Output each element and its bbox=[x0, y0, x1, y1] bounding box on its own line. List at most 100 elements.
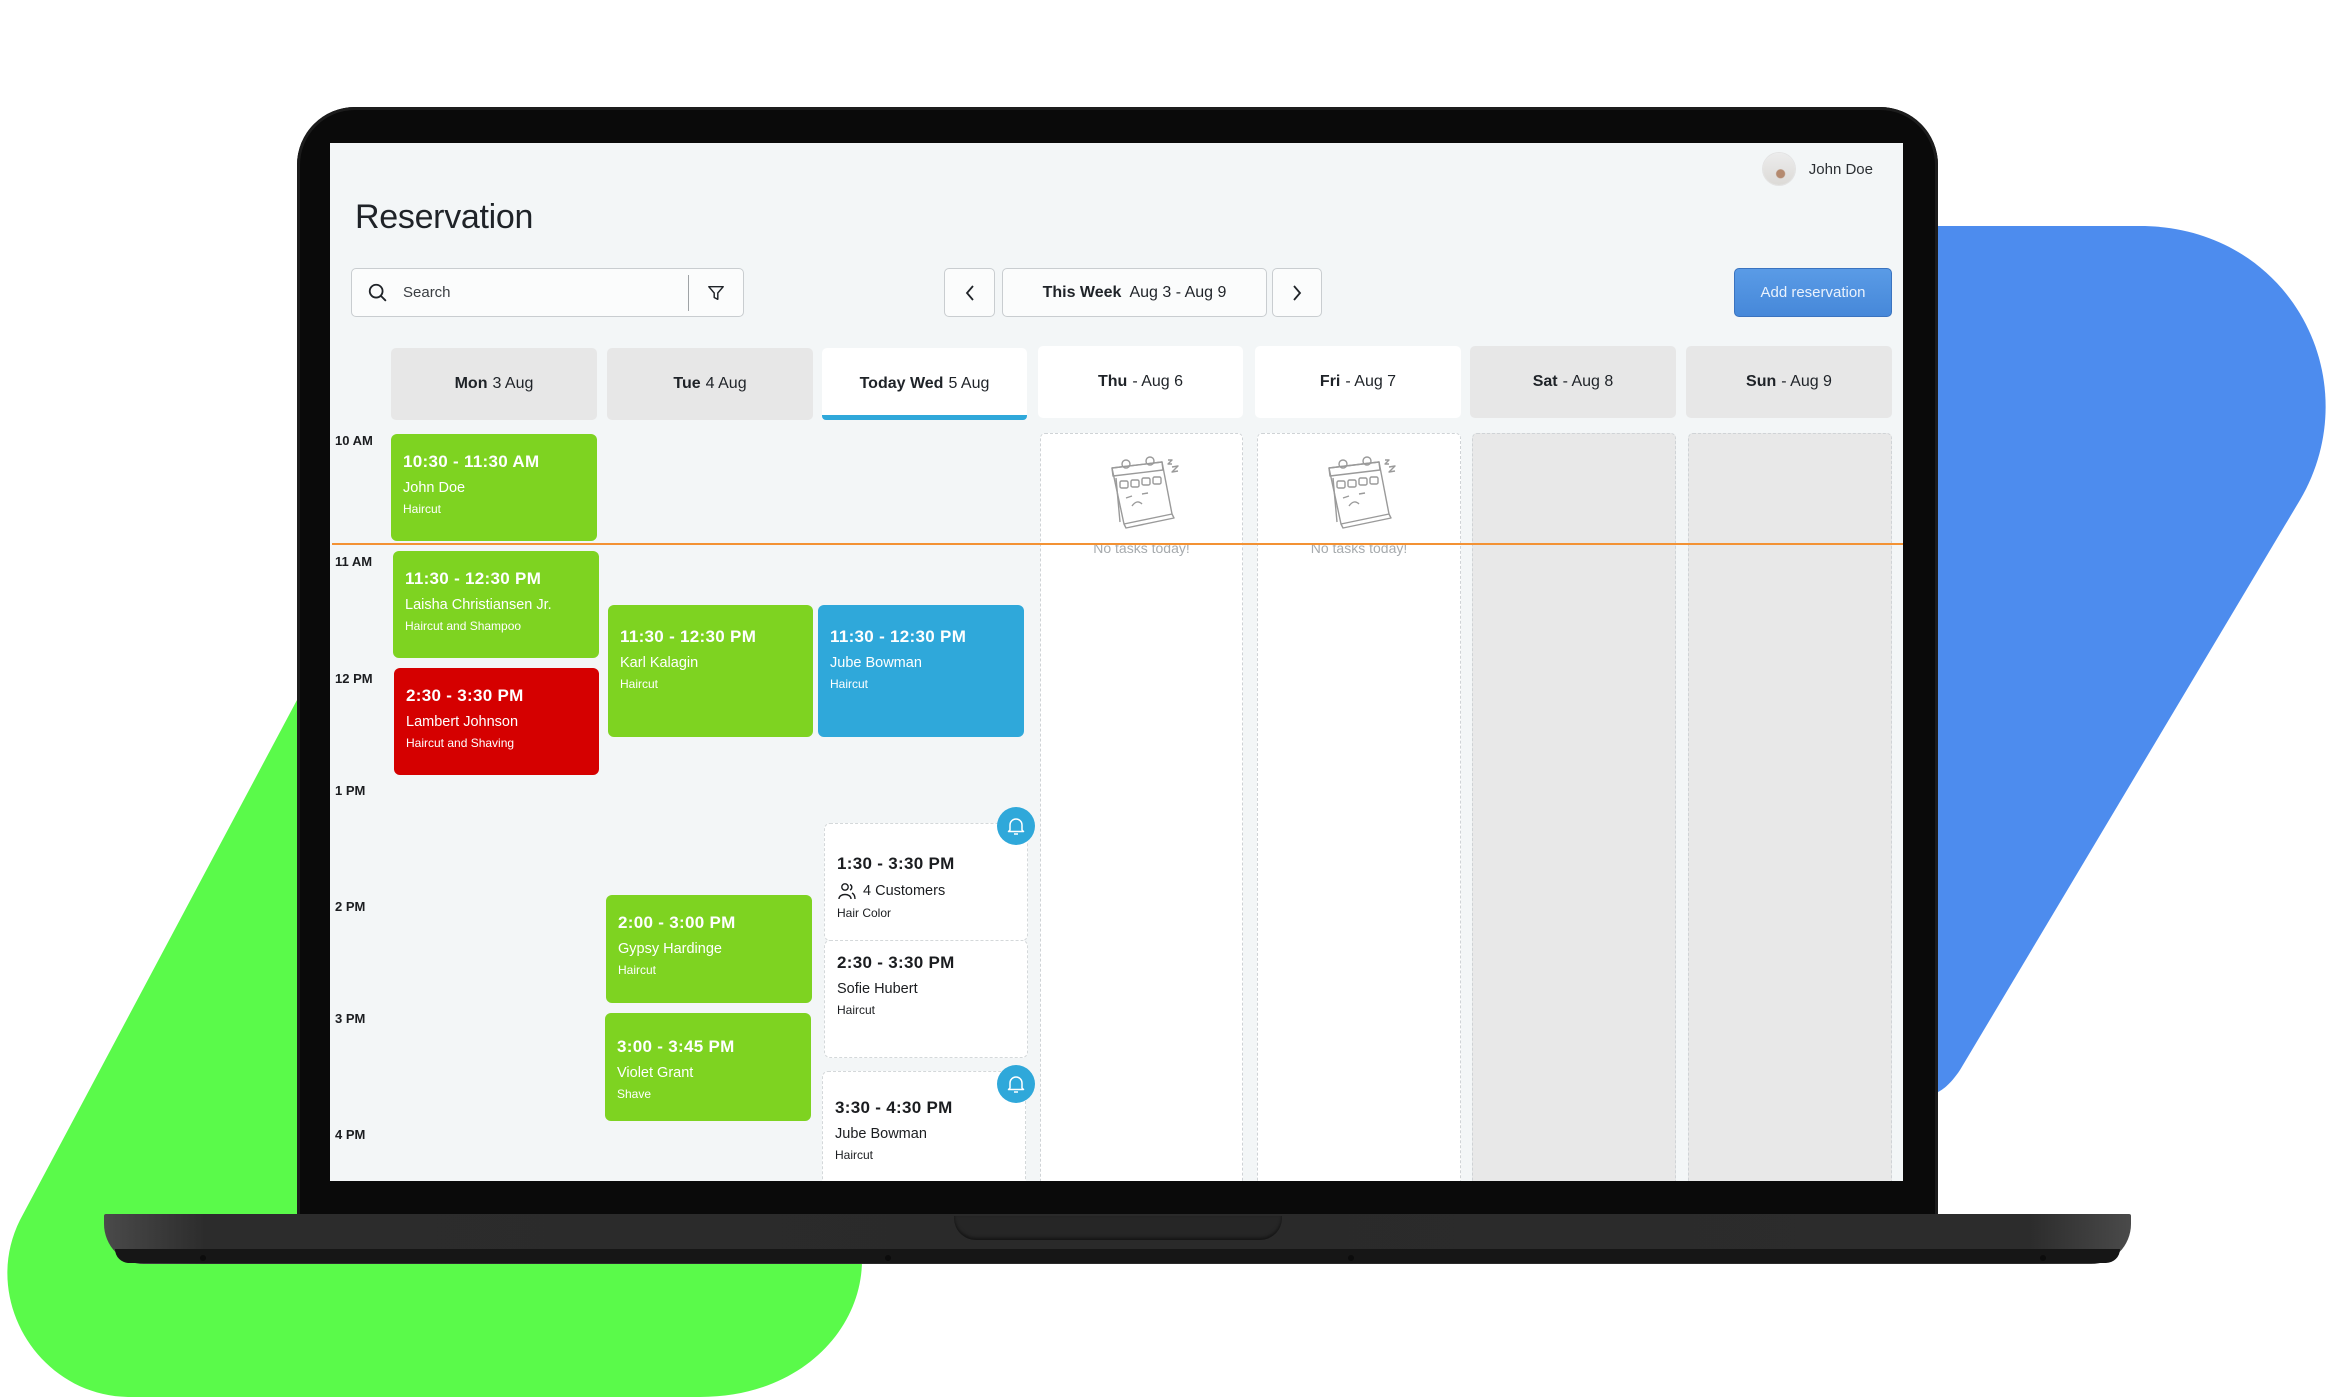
reservation-time: 2:30 - 3:30 PM bbox=[837, 953, 955, 972]
customer-name: Jube Bowman bbox=[835, 1126, 927, 1142]
laptop-base-lip bbox=[115, 1249, 2120, 1263]
chevron-right-icon bbox=[1293, 284, 1302, 301]
previous-week-button[interactable] bbox=[944, 268, 995, 317]
customer-name: Laisha Christiansen Jr. bbox=[405, 597, 552, 613]
reservation-time: 10:30 - 11:30 AM bbox=[403, 452, 540, 471]
reservation-card-group[interactable]: 1:30 - 3:30 PM 4 Customers Hair Color bbox=[824, 823, 1028, 941]
user-avatar[interactable] bbox=[1762, 153, 1795, 185]
customer-count-label: 4 Customers bbox=[863, 883, 946, 899]
reservation-card[interactable]: 2:30 - 3:30 PM Sofie Hubert Haircut bbox=[824, 940, 1028, 1058]
reservation-time: 11:30 - 12:30 PM bbox=[405, 569, 542, 588]
day-header-label: Today Wed 5 Aug bbox=[859, 375, 990, 392]
page-title: Reservation bbox=[355, 198, 534, 236]
day-column-fri[interactable]: No tasks today! bbox=[1257, 433, 1461, 1181]
next-week-button[interactable] bbox=[1272, 268, 1322, 317]
day-header-tue[interactable]: Tue 4 Aug bbox=[607, 348, 813, 420]
time-label: 12 PM bbox=[335, 671, 373, 686]
customer-name: Sofie Hubert bbox=[837, 981, 918, 997]
time-label: 3 PM bbox=[335, 1011, 366, 1026]
service-name: Hair Color bbox=[837, 906, 892, 920]
customer-name: Lambert Johnson bbox=[406, 714, 519, 730]
bell-icon bbox=[1007, 818, 1025, 835]
week-label: This Week Aug 3 - Aug 9 bbox=[1042, 283, 1227, 301]
service-name: Haircut and Shaving bbox=[406, 736, 515, 750]
current-time-indicator bbox=[332, 543, 1903, 545]
day-column-sat[interactable] bbox=[1472, 433, 1676, 1181]
week-selector[interactable]: This Week Aug 3 - Aug 9 bbox=[1002, 268, 1267, 317]
time-label: 10 AM bbox=[335, 433, 373, 448]
chevron-left-icon bbox=[965, 284, 974, 301]
customer-name: Gypsy Hardinge bbox=[618, 941, 722, 957]
service-name: Haircut and Shampoo bbox=[405, 619, 522, 633]
day-header-wed-today[interactable]: Today Wed 5 Aug bbox=[822, 348, 1027, 420]
user-name: John Doe bbox=[1808, 160, 1873, 178]
time-label: 4 PM bbox=[335, 1127, 366, 1142]
search-input[interactable] bbox=[401, 283, 675, 302]
bell-icon bbox=[1007, 1076, 1025, 1093]
users-icon bbox=[838, 883, 856, 900]
service-name: Haircut bbox=[835, 1148, 874, 1162]
day-header-label: Sun - Aug 9 bbox=[1746, 373, 1832, 390]
sleeping-calendar-icon bbox=[1110, 456, 1179, 529]
notification-bell-button[interactable] bbox=[997, 807, 1035, 845]
blue-blob bbox=[1938, 226, 2326, 1092]
day-header-thu[interactable]: Thu - Aug 6 bbox=[1038, 346, 1243, 418]
laptop-foot bbox=[885, 1255, 891, 1261]
day-header-sun[interactable]: Sun - Aug 9 bbox=[1686, 346, 1892, 418]
service-name: Shave bbox=[617, 1087, 652, 1101]
reservation-time: 2:00 - 3:00 PM bbox=[618, 913, 736, 932]
day-header-label: Tue 4 Aug bbox=[673, 375, 747, 392]
day-header-mon[interactable]: Mon 3 Aug bbox=[391, 348, 597, 420]
reservation-card[interactable]: 3:30 - 4:30 PM Jube Bowman Haircut bbox=[822, 1071, 1026, 1181]
laptop-foot bbox=[1348, 1255, 1354, 1261]
day-column-thu[interactable]: No tasks today! bbox=[1040, 433, 1243, 1181]
customer-count: 4 Customers bbox=[837, 882, 1017, 900]
search-icon bbox=[368, 283, 387, 301]
day-header-label: Fri - Aug 7 bbox=[1319, 373, 1397, 390]
service-name: Haircut bbox=[837, 1003, 876, 1017]
reservation-card[interactable]: 11:30 - 12:30 PM Jube Bowman Haircut bbox=[818, 605, 1024, 737]
today-indicator bbox=[822, 415, 1027, 420]
time-label: 11 AM bbox=[335, 554, 373, 569]
reservation-time: 1:30 - 3:30 PM bbox=[837, 854, 955, 873]
user-menu[interactable]: John Doe bbox=[1762, 153, 1873, 185]
add-reservation-button[interactable]: Add reservation bbox=[1734, 268, 1892, 317]
reservation-card[interactable]: 3:00 - 3:45 PM Violet Grant Shave bbox=[605, 1013, 811, 1121]
day-header-sat[interactable]: Sat - Aug 8 bbox=[1470, 346, 1676, 418]
laptop-foot bbox=[2040, 1255, 2046, 1261]
customer-name: Karl Kalagin bbox=[620, 655, 699, 671]
laptop-foot bbox=[200, 1255, 206, 1261]
service-name: Haircut bbox=[830, 677, 869, 691]
day-header-label: Thu - Aug 6 bbox=[1097, 373, 1184, 390]
day-header-label: Sat - Aug 8 bbox=[1532, 373, 1614, 390]
app-screen: John Doe Reservation This WeekAug 3 - Au… bbox=[330, 143, 1903, 1181]
customer-name: Jube Bowman bbox=[830, 655, 922, 671]
day-header-label: Mon 3 Aug bbox=[454, 375, 534, 392]
reservation-time: 2:30 - 3:30 PM bbox=[406, 686, 524, 705]
reservation-card[interactable]: 11:30 - 12:30 PM Karl Kalagin Haircut bbox=[608, 605, 813, 737]
day-column-sun[interactable] bbox=[1688, 433, 1892, 1181]
time-label: 1 PM bbox=[335, 783, 366, 798]
filter-button[interactable] bbox=[689, 269, 743, 316]
reservation-card[interactable]: 2:30 - 3:30 PM Lambert Johnson Haircut a… bbox=[394, 668, 599, 775]
filter-icon bbox=[708, 285, 724, 300]
reservation-card[interactable]: 2:00 - 3:00 PM Gypsy Hardinge Haircut bbox=[606, 895, 812, 1003]
service-name: Haircut bbox=[618, 963, 657, 977]
reservation-card[interactable]: 10:30 - 11:30 AM John Doe Haircut bbox=[391, 434, 597, 541]
notification-bell-button[interactable] bbox=[997, 1065, 1035, 1103]
reservation-time: 11:30 - 12:30 PM bbox=[620, 627, 757, 646]
customer-name: Violet Grant bbox=[617, 1065, 694, 1081]
reservation-time: 3:30 - 4:30 PM bbox=[835, 1098, 953, 1117]
reservation-time: 11:30 - 12:30 PM bbox=[830, 627, 967, 646]
search-box[interactable] bbox=[351, 268, 744, 317]
time-label: 2 PM bbox=[335, 899, 366, 914]
empty-state: No tasks today! bbox=[1258, 454, 1460, 556]
reservation-time: 3:00 - 3:45 PM bbox=[617, 1037, 735, 1056]
empty-state: No tasks today! bbox=[1041, 454, 1242, 556]
day-header-fri[interactable]: Fri - Aug 7 bbox=[1255, 346, 1461, 418]
service-name: Haircut bbox=[403, 502, 442, 516]
service-name: Haircut bbox=[620, 677, 659, 691]
reservation-card[interactable]: 11:30 - 12:30 PM Laisha Christiansen Jr.… bbox=[393, 551, 599, 658]
sleeping-calendar-icon bbox=[1328, 456, 1396, 529]
customer-name: John Doe bbox=[403, 480, 466, 496]
